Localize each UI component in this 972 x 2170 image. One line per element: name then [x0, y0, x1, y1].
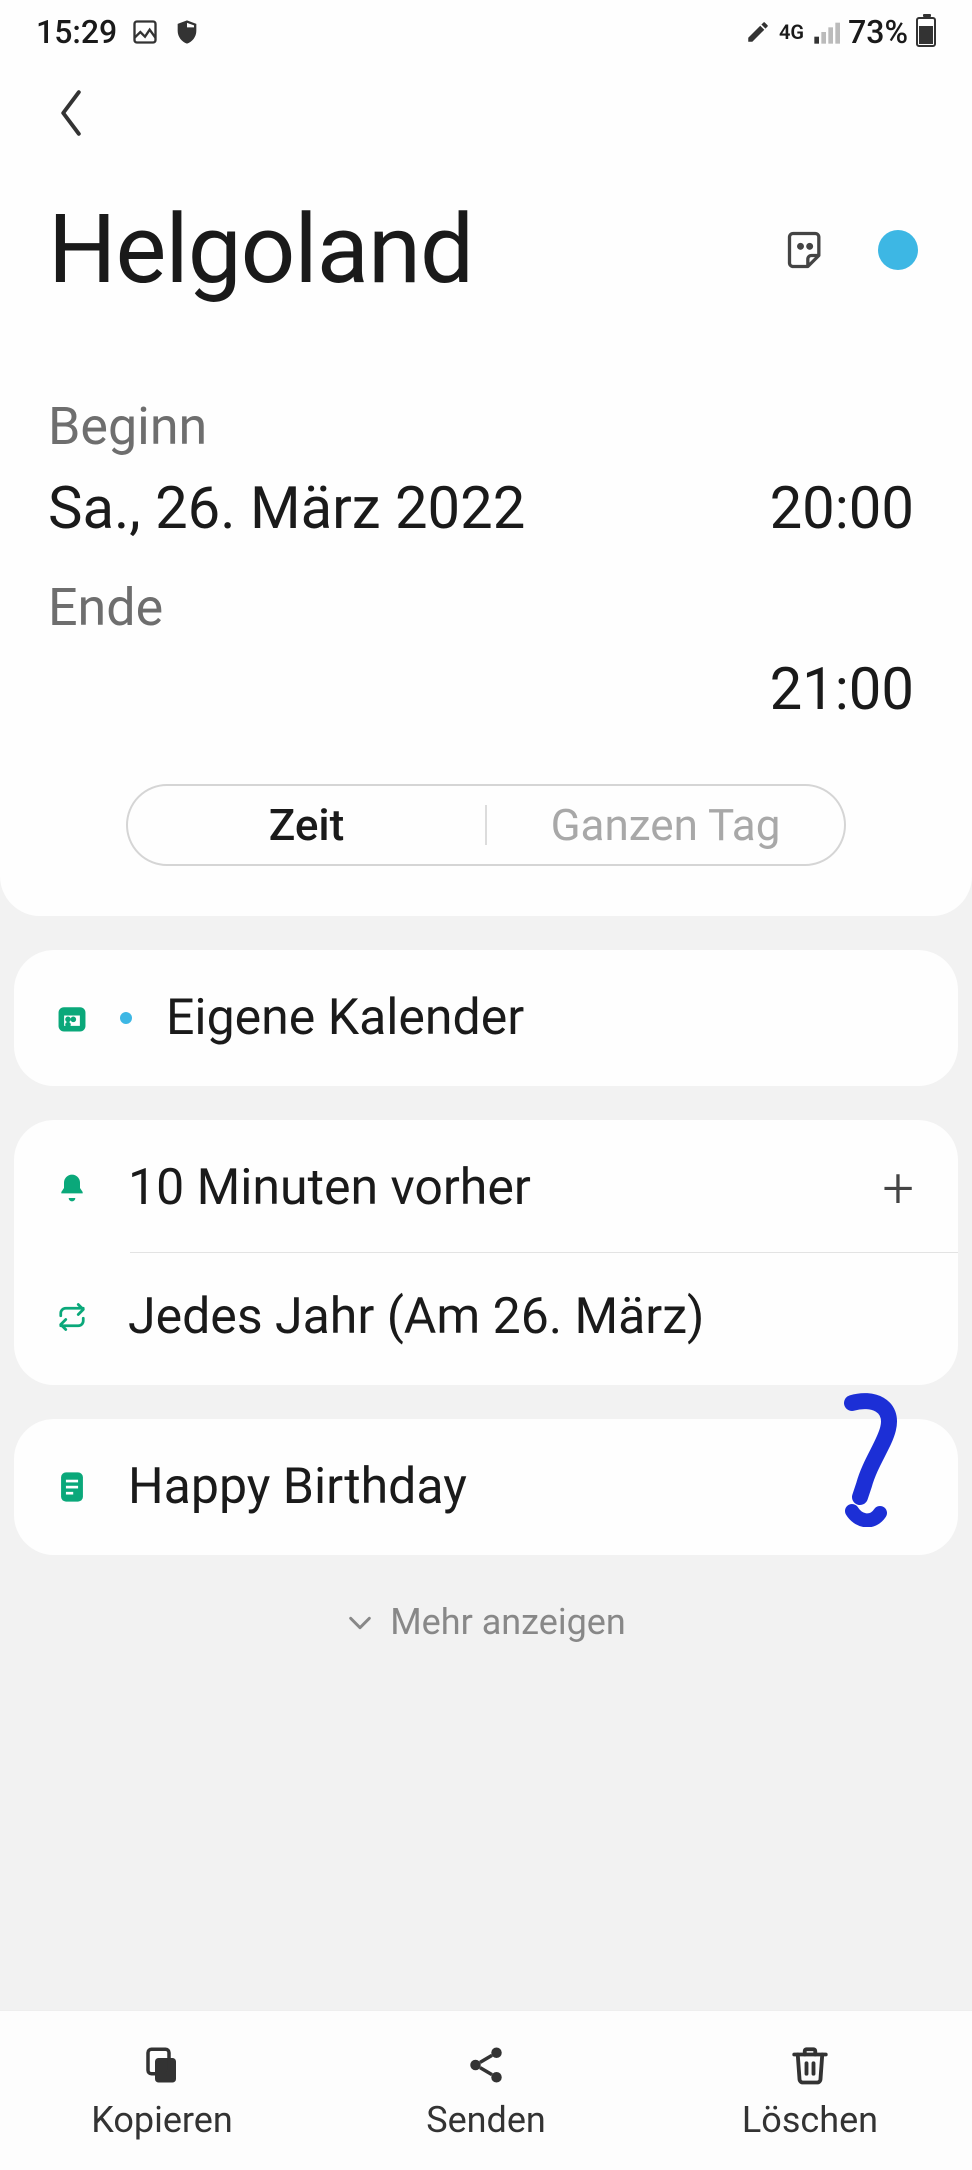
time-allday-toggle: Zeit Ganzen Tag [126, 784, 846, 866]
segment-allday[interactable]: Ganzen Tag [487, 786, 844, 864]
segment-time[interactable]: Zeit [128, 786, 485, 864]
status-right: 4G 73% [745, 13, 936, 51]
bottom-toolbar: Kopieren Senden Löschen [0, 2010, 972, 2170]
send-label: Senden [426, 2099, 546, 2141]
sticker-icon[interactable] [784, 228, 828, 272]
status-time: 15:29 [36, 13, 117, 51]
note-card[interactable]: Happy Birthday [14, 1419, 958, 1555]
calendar-name: Eigene Kalender [166, 987, 922, 1050]
back-button[interactable] [48, 81, 94, 158]
begin-block: Beginn Sa., 26. März 2022 20:00 [48, 396, 924, 543]
event-header-section: Helgoland Beginn Sa., 26. März 2022 20:0… [0, 64, 972, 916]
repeat-row[interactable]: Jedes Jahr (Am 26. März) [50, 1281, 922, 1353]
repeat-icon [50, 1302, 94, 1332]
event-title[interactable]: Helgoland [48, 194, 473, 306]
end-block: Ende 21:00 [48, 577, 924, 724]
card-divider [130, 1252, 958, 1253]
image-icon [131, 18, 159, 46]
status-left: 15:29 [36, 13, 201, 51]
battery-percent: 73% [848, 13, 908, 51]
edit-icon [745, 19, 771, 45]
signal-icon [812, 18, 840, 46]
calendar-card[interactable]: Eigene Kalender [14, 950, 958, 1086]
trash-icon [786, 2041, 834, 2089]
alert-repeat-card: 10 Minuten vorher + Jedes Jahr (Am 26. M… [14, 1120, 958, 1385]
battery-icon [916, 17, 936, 47]
status-bar: 15:29 4G 73% [0, 0, 972, 64]
share-icon [462, 2041, 510, 2089]
begin-date[interactable]: Sa., 26. März 2022 [48, 475, 525, 543]
note-icon [50, 1470, 94, 1504]
add-alert-button[interactable]: + [874, 1155, 922, 1221]
delete-button[interactable]: Löschen [648, 2011, 972, 2170]
bell-icon [50, 1170, 94, 1206]
delete-label: Löschen [742, 2099, 878, 2141]
alert-row[interactable]: 10 Minuten vorher + [50, 1152, 922, 1224]
repeat-text: Jedes Jahr (Am 26. März) [128, 1286, 922, 1349]
copy-icon [138, 2041, 186, 2089]
alert-text: 10 Minuten vorher [128, 1157, 840, 1220]
network-type: 4G [779, 20, 804, 44]
note-text: Happy Birthday [128, 1456, 922, 1519]
begin-label: Beginn [48, 396, 924, 457]
shield-icon [173, 18, 201, 46]
event-color-dot[interactable] [878, 230, 918, 270]
copy-label: Kopieren [91, 2099, 233, 2141]
show-more-button[interactable]: Mehr anzeigen [0, 1601, 972, 1643]
end-time[interactable]: 21:00 [770, 656, 914, 724]
copy-button[interactable]: Kopieren [0, 2011, 324, 2170]
begin-time[interactable]: 20:00 [770, 475, 914, 543]
end-label: Ende [48, 577, 924, 638]
send-button[interactable]: Senden [324, 2011, 648, 2170]
calendar-color-dot [120, 1012, 132, 1024]
chevron-down-icon [346, 1603, 374, 1641]
show-more-label: Mehr anzeigen [390, 1601, 626, 1643]
calendar-icon [50, 1002, 94, 1034]
